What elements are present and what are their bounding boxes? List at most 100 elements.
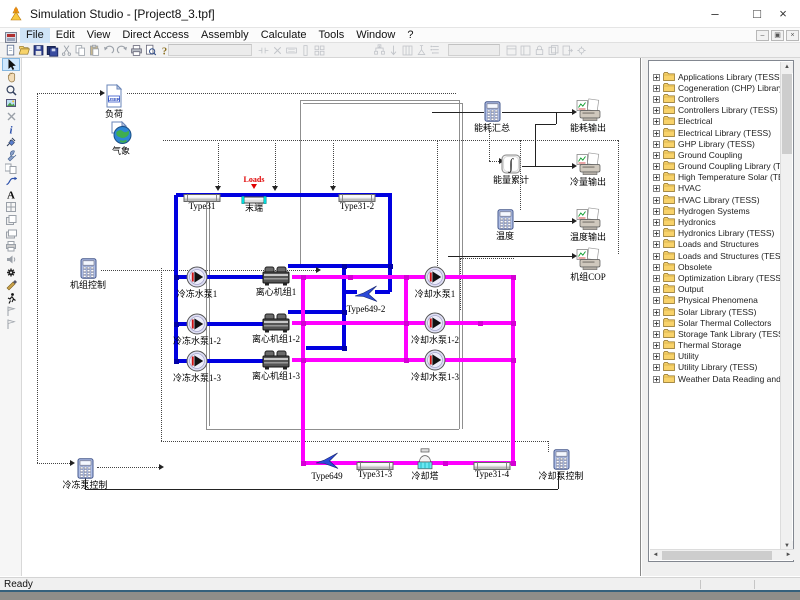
tool-text-icon[interactable]: A <box>2 188 20 201</box>
scroll-left-icon[interactable]: ◄ <box>650 550 661 560</box>
tool-image-icon[interactable] <box>2 97 20 110</box>
component-chiller-1-2[interactable]: 离心机组1-2 <box>241 313 311 344</box>
toolbar-button-cut-icon[interactable] <box>59 44 73 57</box>
toolbar-button-probe-icon[interactable] <box>414 44 428 57</box>
app-icon <box>8 6 24 22</box>
toolbar-button-export-pane-icon[interactable] <box>560 44 574 57</box>
menu-item-file[interactable]: File <box>20 28 50 43</box>
toolbar-button-copy-icon[interactable] <box>73 44 87 57</box>
tool-print-canvas-icon[interactable] <box>2 240 20 253</box>
toolbar-button-sort-down-icon[interactable] <box>386 44 400 57</box>
component-chw-pump-1-2[interactable]: 冷冻水泵1-2 <box>162 313 232 346</box>
vertical-scrollbar[interactable]: ▲ ▼ <box>780 62 792 552</box>
component-weather[interactable]: 气象 <box>86 121 156 156</box>
close-button[interactable]: × <box>766 0 800 28</box>
minimize-button[interactable]: – <box>698 0 732 28</box>
toolbar-button-print-icon[interactable] <box>129 44 143 57</box>
tool-wrench-icon[interactable] <box>2 149 20 162</box>
toolbar-button-settings-pane-icon[interactable] <box>574 44 588 57</box>
toolbar-button-delete-link-icon[interactable] <box>270 44 284 57</box>
toolbar-button-tree-view-icon[interactable] <box>372 44 386 57</box>
component-chiller-1-3[interactable]: 离心机组1-3 <box>241 350 311 381</box>
component-type31-4[interactable]: Type31-4 <box>457 458 527 479</box>
toolbar-button-paste-icon[interactable] <box>87 44 101 57</box>
mdi-minimize-button[interactable]: – <box>756 30 769 41</box>
tool-sound-icon[interactable] <box>2 253 20 266</box>
menu-item-item[interactable]: ? <box>401 28 419 43</box>
toolbar-button-info-pane-icon[interactable] <box>518 44 532 57</box>
toolbar-button-columns-icon[interactable] <box>400 44 414 57</box>
tool-link-icon[interactable] <box>2 175 20 188</box>
tool-pan-icon[interactable] <box>2 71 20 84</box>
toolbar-button-hierarchy-icon[interactable] <box>428 44 442 57</box>
toolbar-button-print-preview-icon[interactable] <box>143 44 157 57</box>
component-type31-2[interactable]: Type31-2 <box>322 190 392 211</box>
menu-item-direct-access[interactable]: Direct Access <box>116 28 195 43</box>
toolbar-button-save-icon[interactable] <box>31 44 45 57</box>
component-cw-pump-control[interactable]: 冷却泵控制 <box>526 449 596 481</box>
menu-item-tools[interactable]: Tools <box>313 28 351 43</box>
component-temperature[interactable]: 温度 <box>470 209 540 241</box>
tool-tile-windows-icon[interactable] <box>2 201 20 214</box>
menu-item-assembly[interactable]: Assembly <box>195 28 255 43</box>
scroll-right-icon[interactable]: ► <box>783 550 794 560</box>
menu-item-window[interactable]: Window <box>350 28 401 43</box>
tool-settings-gear-icon[interactable] <box>2 266 20 279</box>
toolbar-button-output-manager-icon[interactable] <box>504 44 518 57</box>
horizontal-scroll-thumb[interactable] <box>662 551 772 560</box>
menu-item-view[interactable]: View <box>81 28 117 43</box>
toolbar-button-files-pane-icon[interactable] <box>546 44 560 57</box>
component-energy-sum[interactable]: 能耗汇总 <box>457 101 527 133</box>
tool-info-icon[interactable]: i <box>2 123 20 136</box>
tool-run-simulation-icon[interactable] <box>2 292 20 305</box>
component-temp-out[interactable]: 温度输出 <box>553 207 623 242</box>
horizontal-scrollbar[interactable]: ◄ ► <box>650 549 794 560</box>
tool-layers-icon[interactable] <box>2 227 20 240</box>
tool-flag-b-icon[interactable] <box>2 318 20 331</box>
component-unit-control[interactable]: 机组控制 <box>53 258 123 290</box>
component-unit-cop[interactable]: 机组COP <box>553 247 623 282</box>
component-cooling-tower[interactable]: 冷却塔 <box>390 448 460 481</box>
tool-select-icon[interactable] <box>2 58 20 71</box>
menu-item-edit[interactable]: Edit <box>50 28 81 43</box>
tool-probe-pen-icon[interactable] <box>2 279 20 292</box>
tool-plug-icon[interactable] <box>2 136 20 149</box>
component-cw-pump-1-2[interactable]: 冷却水泵1-2 <box>400 312 470 345</box>
toolbar-button-help-icon[interactable]: ? <box>157 44 171 57</box>
expand-icon[interactable] <box>653 370 660 385</box>
tool-delete-icon[interactable] <box>2 110 20 123</box>
menu-item-calculate[interactable]: Calculate <box>255 28 313 43</box>
component-chw-pump-control[interactable]: 冷冻泵控制 <box>50 458 120 490</box>
vertical-scroll-thumb[interactable] <box>782 74 792 154</box>
tool-duplicate-icon[interactable] <box>2 162 20 175</box>
toolbar-button-fit-width-icon[interactable] <box>256 44 270 57</box>
mdi-close-button[interactable]: × <box>786 30 799 41</box>
toolbar-button-new-icon[interactable] <box>3 44 17 57</box>
component-energy-out[interactable]: 能耗输出 <box>553 98 623 133</box>
component-chiller-1[interactable]: 离心机组1 <box>241 266 311 297</box>
component-chw-pump-1-3[interactable]: 冷冻水泵1-3 <box>162 350 232 383</box>
component-cw-pump-1[interactable]: 冷却水泵1 <box>400 266 470 299</box>
toolbar-button-save-all-icon[interactable] <box>45 44 59 57</box>
tool-flag-a-icon[interactable] <box>2 305 20 318</box>
component-chw-pump-1[interactable]: 冷冻水泵1 <box>162 266 232 299</box>
toolbar-button-link-grid-icon[interactable] <box>312 44 326 57</box>
component-cooling-out[interactable]: 冷量输出 <box>553 152 623 187</box>
toolbar-button-open-icon[interactable] <box>17 44 31 57</box>
toolbar-button-lock-pane-icon[interactable] <box>532 44 546 57</box>
component-cw-pump-1-3[interactable]: 冷却水泵1-3 <box>400 349 470 382</box>
component-type649-2[interactable]: Type649-2 <box>331 285 401 314</box>
component-terminal[interactable]: 末端Loads <box>219 192 289 213</box>
component-load-file[interactable]: USER负荷 <box>79 84 149 119</box>
toolbar-button-redo-icon[interactable] <box>115 44 129 57</box>
library-folder-weather-data-reading-and-process[interactable]: Weather Data Reading and Process <box>650 373 782 384</box>
toolbar-button-link-keyboard-icon[interactable] <box>284 44 298 57</box>
component-energy-acc[interactable]: ∫能量累计 <box>476 154 546 185</box>
toolbar-button-link-vertical-icon[interactable] <box>298 44 312 57</box>
scroll-up-icon[interactable]: ▲ <box>781 62 793 73</box>
tool-zoom-icon[interactable] <box>2 84 20 97</box>
toolbar-button-undo-icon[interactable] <box>101 44 115 57</box>
mdi-restore-button[interactable]: ▣ <box>771 30 784 41</box>
project-canvas[interactable]: USER负荷气象Type31末端LoadsType31-2机组控制冷冻水泵1冷冻… <box>22 58 641 576</box>
tool-cascade-windows-icon[interactable] <box>2 214 20 227</box>
